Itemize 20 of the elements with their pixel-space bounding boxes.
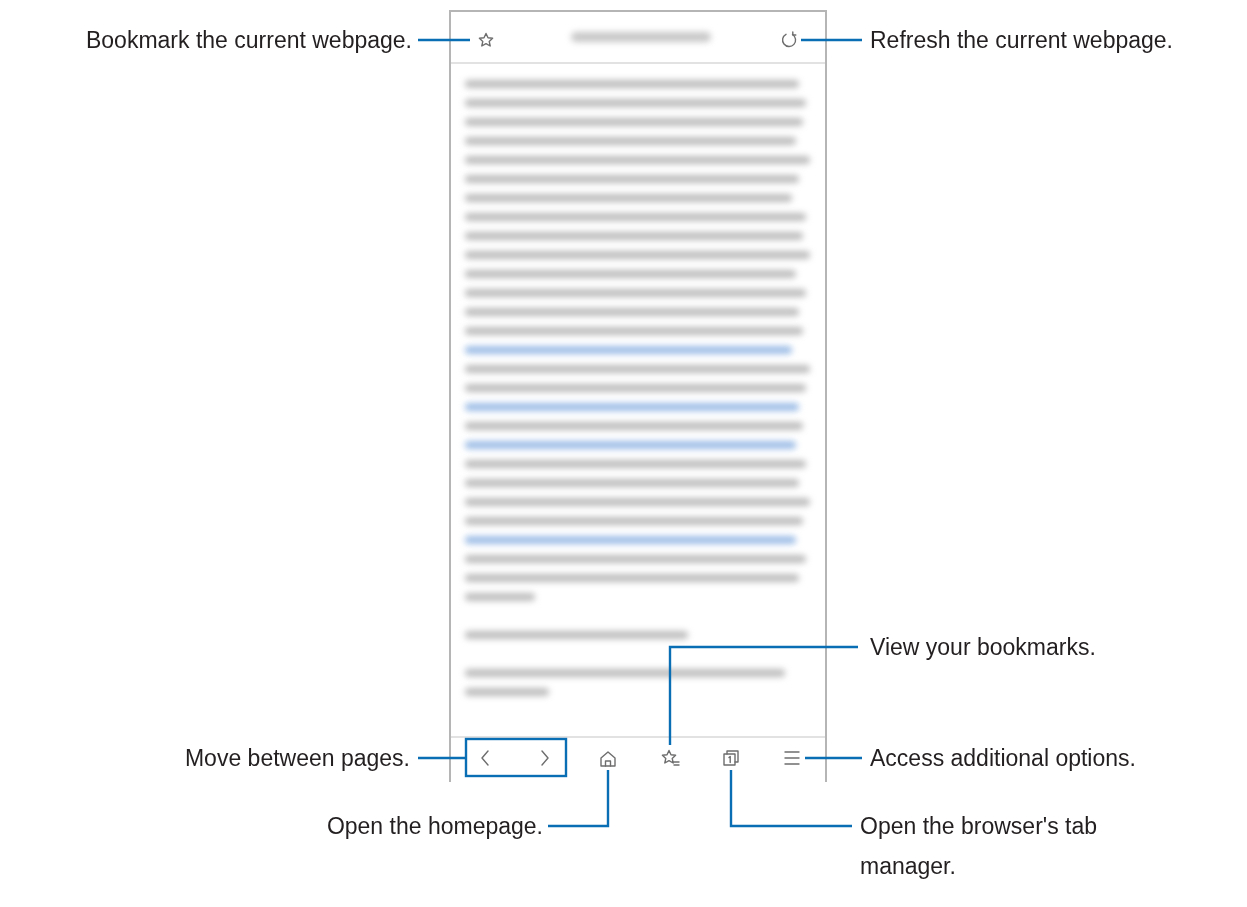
callout-label: Refresh the current webpage. bbox=[870, 26, 1173, 55]
leader-line bbox=[418, 756, 466, 760]
bookmarks-icon[interactable] bbox=[661, 749, 680, 767]
callout-label: Open the browser's tab manager. bbox=[860, 812, 1099, 881]
star-icon[interactable] bbox=[478, 32, 494, 48]
callout-label: Open the homepage. bbox=[326, 812, 543, 841]
leader-line bbox=[418, 38, 470, 42]
forward-icon[interactable] bbox=[539, 749, 551, 767]
leader-line bbox=[548, 770, 610, 828]
tabs-icon[interactable] bbox=[722, 749, 740, 767]
menu-icon[interactable] bbox=[783, 750, 801, 766]
back-icon[interactable] bbox=[479, 749, 491, 767]
home-icon[interactable] bbox=[599, 750, 617, 767]
callout-label: View your bookmarks. bbox=[870, 633, 1096, 662]
leader-line bbox=[805, 756, 862, 760]
refresh-icon[interactable] bbox=[781, 31, 799, 49]
callout-label: Bookmark the current webpage. bbox=[86, 26, 412, 55]
callout-label: Access additional options. bbox=[870, 744, 1136, 773]
leader-line bbox=[801, 38, 862, 42]
callout-label: Move between pages. bbox=[184, 744, 410, 773]
